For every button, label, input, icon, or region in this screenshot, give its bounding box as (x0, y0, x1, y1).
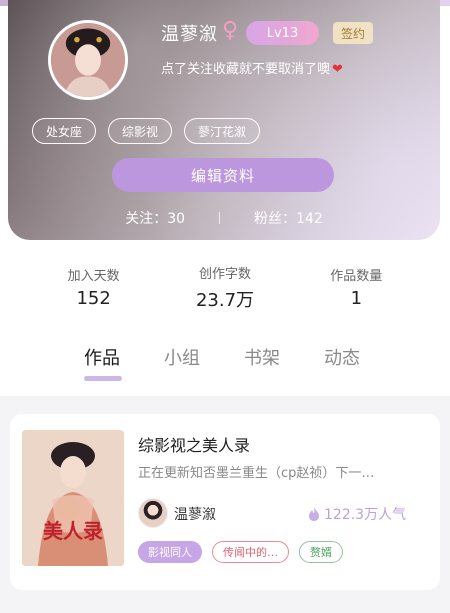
following-link[interactable]: 关注：30 (125, 208, 185, 228)
stat-label: 加入天数 (67, 269, 120, 284)
work-tag-row: 影视同人 传闻中的… 赘婿 (138, 541, 343, 563)
stat-work-count: 作品数量 1 (296, 265, 416, 309)
book-cover-image: 美人录 (22, 430, 124, 566)
followers-label: 粉丝： (254, 211, 297, 227)
following-label: 关注： (125, 211, 168, 227)
cover-title-text: 美人录 (43, 519, 103, 543)
signed-author-badge[interactable]: 签约 (333, 22, 373, 44)
book-cover[interactable]: 美人录 (22, 430, 124, 566)
user-bio: 点了关注收藏就不要取消了噢 ❤ (161, 58, 343, 77)
work-card[interactable]: 美人录 综影视之美人录 正在更新知否墨兰重生（cp赵祯）下一… 温蓼溆 122.… (10, 414, 440, 590)
profile-page: 温蓼溆 ♀ Lv13 签约 点了关注收藏就不要取消了噢 ❤ 处女座 综影视 蓼汀花… (0, 0, 450, 613)
followers-link[interactable]: 粉丝：142 (254, 208, 323, 228)
profile-tag-row: 处女座 综影视 蓼汀花溆 (32, 118, 261, 144)
author-avatar[interactable] (138, 498, 168, 528)
profile-tag[interactable]: 处女座 (32, 118, 97, 144)
popularity-value: 122.3万人气 (324, 507, 407, 523)
active-tab-indicator (84, 376, 122, 381)
user-avatar[interactable] (48, 20, 128, 100)
follow-divider (219, 212, 221, 224)
tab-bookshelf[interactable]: 书架 (222, 344, 302, 370)
tab-groups[interactable]: 小组 (142, 344, 222, 370)
work-tag-chip[interactable]: 传闻中的… (212, 541, 289, 563)
follow-stats-row: 关注：30 粉丝：142 (8, 208, 440, 228)
stat-label: 创作字数 (198, 266, 251, 282)
level-badge[interactable]: Lv13 (246, 21, 319, 45)
profile-tabs: 作品 小组 书架 动态 (62, 344, 382, 381)
edit-profile-button[interactable]: 编辑资料 (112, 158, 334, 192)
stats-card: 加入天数 152 创作字数 23.7万 作品数量 1 (28, 246, 422, 328)
followers-count: 142 (296, 211, 323, 227)
stat-label: 作品数量 (330, 269, 383, 284)
stat-word-count: 创作字数 23.7万 (165, 263, 285, 312)
username: 温蓼溆 (161, 24, 218, 45)
profile-tag[interactable]: 蓼汀花溆 (184, 118, 261, 144)
stat-join-days: 加入天数 152 (34, 265, 154, 309)
popularity-stat: 122.3万人气 (308, 504, 406, 524)
following-count: 30 (167, 211, 186, 227)
work-tag-chip[interactable]: 赘婿 (299, 541, 343, 563)
bio-text: 点了关注收藏就不要取消了噢 (161, 62, 331, 77)
flame-icon (309, 507, 319, 521)
work-description: 正在更新知否墨兰重生（cp赵祯）下一… (138, 466, 375, 481)
stat-value: 23.7万 (195, 289, 255, 311)
female-gender-icon: ♀ (222, 18, 239, 43)
stat-value: 152 (76, 288, 111, 309)
work-title[interactable]: 综影视之美人录 (138, 432, 250, 456)
work-tag-chip[interactable]: 影视同人 (138, 541, 202, 563)
tab-works[interactable]: 作品 (62, 344, 142, 370)
author-name[interactable]: 温蓼溆 (174, 504, 216, 524)
tab-activity[interactable]: 动态 (302, 344, 382, 370)
avatar-portrait-image (51, 23, 125, 97)
stat-value: 1 (350, 288, 363, 309)
profile-tag[interactable]: 综影视 (108, 118, 173, 144)
heart-icon: ❤ (332, 62, 343, 77)
